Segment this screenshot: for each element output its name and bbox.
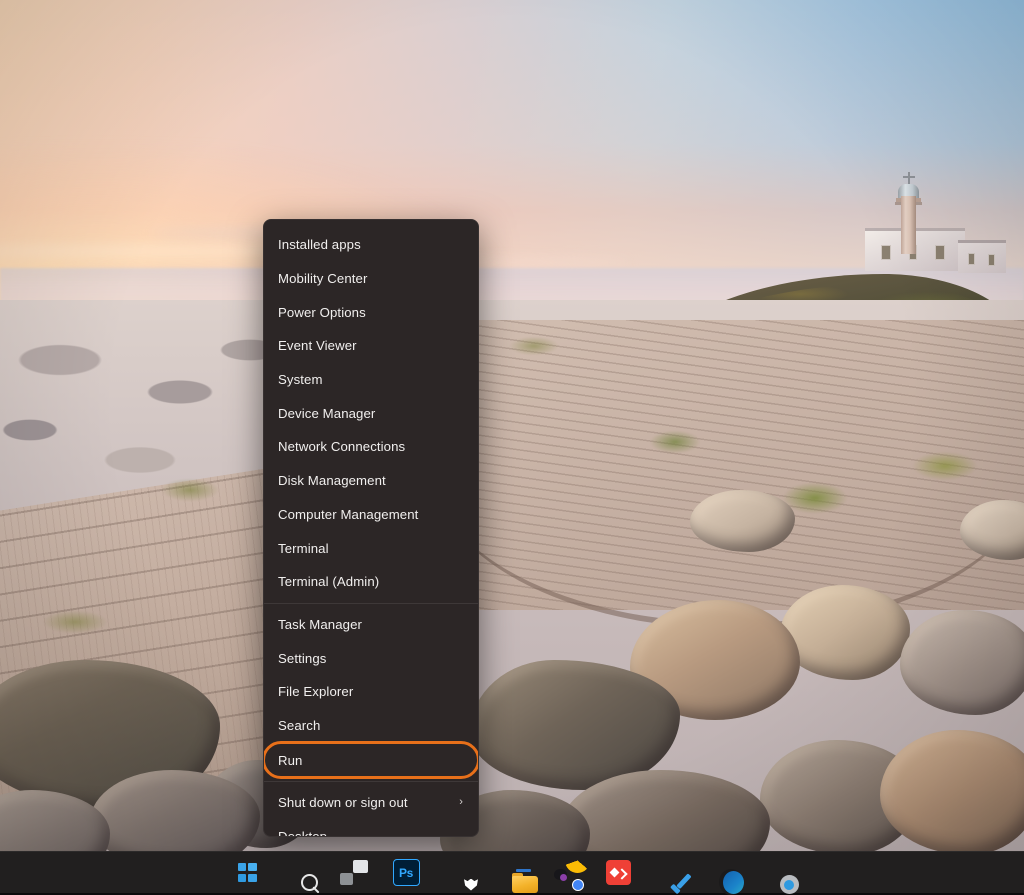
start-button[interactable] bbox=[231, 857, 263, 889]
windows-logo-icon bbox=[237, 863, 257, 882]
menu-item-label: Search bbox=[278, 717, 321, 733]
menu-item-device-manager[interactable]: Device Manager bbox=[264, 396, 478, 430]
red-diamond-icon bbox=[605, 860, 631, 885]
menu-item-disk-management[interactable]: Disk Management bbox=[264, 464, 478, 498]
menu-item-label: Terminal bbox=[278, 540, 329, 556]
beach-plant bbox=[640, 420, 710, 460]
menu-item-system[interactable]: System bbox=[264, 363, 478, 397]
menu-item-label: Mobility Center bbox=[278, 271, 368, 287]
menu-item-label: Settings bbox=[278, 650, 327, 666]
menu-item-label: Run bbox=[278, 752, 303, 768]
menu-item-settings[interactable]: Settings bbox=[264, 641, 478, 675]
menu-separator bbox=[264, 781, 478, 782]
menu-item-task-manager[interactable]: Task Manager bbox=[264, 608, 478, 642]
menu-item-mobility-center[interactable]: Mobility Center bbox=[264, 262, 478, 296]
brave-button[interactable] bbox=[443, 857, 478, 891]
menu-item-label: Installed apps bbox=[278, 237, 361, 253]
red-app-button[interactable] bbox=[602, 857, 634, 889]
winx-quick-link-menu[interactable]: Installed apps Mobility Center Power Optio… bbox=[263, 219, 479, 837]
beach-plant bbox=[150, 470, 230, 508]
menu-item-desktop[interactable]: Desktop bbox=[264, 820, 478, 837]
taskbar[interactable]: Ps bbox=[0, 847, 1024, 895]
chrome-button[interactable] bbox=[549, 847, 590, 891]
menu-item-label: Device Manager bbox=[278, 405, 376, 421]
taskbar-icon-group: Ps bbox=[231, 847, 799, 895]
menu-item-power-options[interactable]: Power Options bbox=[264, 295, 478, 329]
winx-menu-list: Installed apps Mobility Center Power Optio… bbox=[264, 220, 478, 837]
menu-item-terminal[interactable]: Terminal bbox=[264, 531, 478, 565]
menu-item-label: Shut down or sign out bbox=[278, 795, 408, 811]
menu-item-label: Event Viewer bbox=[278, 338, 357, 354]
beach-plant bbox=[900, 440, 990, 486]
beach-plant bbox=[30, 600, 120, 640]
boulder bbox=[690, 490, 795, 552]
menu-item-run[interactable]: Run bbox=[264, 741, 478, 779]
desktop-wallpaper bbox=[0, 0, 1024, 893]
menu-item-search[interactable]: Search bbox=[264, 709, 478, 743]
search-button[interactable] bbox=[284, 857, 320, 894]
menu-item-computer-management[interactable]: Computer Management bbox=[264, 498, 478, 532]
menu-item-label: Task Manager bbox=[278, 616, 363, 632]
beach-plant bbox=[500, 330, 570, 360]
file-explorer-button[interactable] bbox=[496, 857, 538, 893]
lighthouse-annex bbox=[958, 240, 1006, 273]
menu-item-label: Power Options bbox=[278, 304, 366, 320]
task-view-button[interactable] bbox=[337, 857, 369, 889]
menu-item-installed-apps[interactable]: Installed apps bbox=[264, 228, 478, 262]
menu-item-label: Disk Management bbox=[278, 473, 386, 489]
photoshop-button[interactable]: Ps bbox=[390, 857, 422, 889]
menu-item-label: File Explorer bbox=[278, 684, 354, 700]
photoshop-icon: Ps bbox=[392, 859, 420, 886]
menu-separator bbox=[264, 602, 478, 604]
menu-item-file-explorer[interactable]: File Explorer bbox=[264, 675, 478, 709]
todoist-button[interactable] bbox=[655, 857, 691, 894]
lighthouse-icon bbox=[889, 172, 927, 254]
menu-item-label: Network Connections bbox=[278, 439, 406, 455]
menu-item-label: Desktop bbox=[278, 829, 328, 837]
settings-button[interactable] bbox=[761, 857, 799, 894]
chevron-right-icon: › bbox=[459, 796, 463, 809]
menu-item-terminal-admin[interactable]: Terminal (Admin) bbox=[264, 565, 478, 599]
menu-item-network-connections[interactable]: Network Connections bbox=[264, 430, 478, 464]
edge-button[interactable] bbox=[708, 857, 744, 895]
menu-item-event-viewer[interactable]: Event Viewer bbox=[264, 329, 478, 363]
menu-item-shut-down-or-sign-out[interactable]: Shut down or sign out › bbox=[264, 786, 478, 820]
menu-item-label: Computer Management bbox=[278, 506, 419, 522]
menu-item-label: Terminal (Admin) bbox=[278, 574, 380, 590]
menu-item-label: System bbox=[278, 372, 323, 388]
